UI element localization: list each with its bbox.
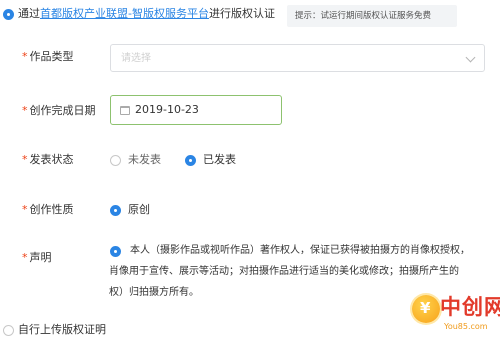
completion-date-value: 2019-10-23	[135, 103, 199, 116]
site-watermark: 中创网 You85.com	[412, 293, 500, 347]
work-type-placeholder: 请选择	[121, 53, 151, 64]
statement-line-3: 权）归拍摄方所有。	[109, 287, 199, 298]
published-label: 已发表	[203, 153, 236, 166]
required-mark: *	[22, 251, 28, 264]
publish-status-label: * 发表状态	[22, 153, 74, 166]
work-type-select[interactable]: 请选择	[110, 44, 485, 72]
statement-label: * 声明	[22, 251, 52, 264]
required-mark: *	[22, 203, 28, 216]
chevron-down-icon	[465, 52, 476, 63]
platform-link[interactable]: 首都版权产业联盟-智版权服务平台	[40, 7, 209, 20]
creation-nature-label: * 创作性质	[22, 203, 74, 216]
watermark-url: You85.com	[444, 322, 488, 331]
option-suffix: 进行版权认证	[208, 7, 275, 20]
required-mark: *	[22, 153, 28, 166]
free-service-tip: 提示：试运行期间版权认证服务免费	[287, 5, 457, 27]
statement-line-1: 本人（摄影作品或视听作品）著作权人，保证已获得被拍摄方的肖像权授权，	[130, 245, 470, 256]
required-mark: *	[22, 50, 28, 63]
self-upload-label: 自行上传版权证明	[18, 323, 106, 336]
coin-logo-icon	[412, 295, 440, 323]
watermark-name: 中创网	[440, 295, 500, 319]
radio-original[interactable]	[110, 205, 121, 216]
completion-date-input[interactable]: 2019-10-23	[110, 95, 282, 125]
option-prefix: 通过	[18, 7, 40, 20]
completion-date-label: * 创作完成日期	[22, 104, 96, 117]
required-mark: *	[22, 104, 28, 117]
calendar-icon	[120, 106, 130, 115]
work-type-label: * 作品类型	[22, 50, 74, 63]
unpublished-label: 未发表	[128, 153, 161, 166]
radio-unpublished[interactable]	[110, 155, 121, 166]
statement-line-2: 肖像用于宣传、展示等活动；对拍摄作品进行适当的美化或修改；拍摄所产生的	[109, 266, 459, 277]
radio-platform-certification[interactable]	[3, 9, 14, 20]
original-label: 原创	[128, 203, 150, 216]
radio-statement-agree[interactable]	[110, 246, 121, 257]
radio-self-upload[interactable]	[3, 325, 14, 336]
radio-published[interactable]	[185, 155, 196, 166]
platform-certification-option: 通过首都版权产业联盟-智版权服务平台进行版权认证	[18, 7, 275, 21]
